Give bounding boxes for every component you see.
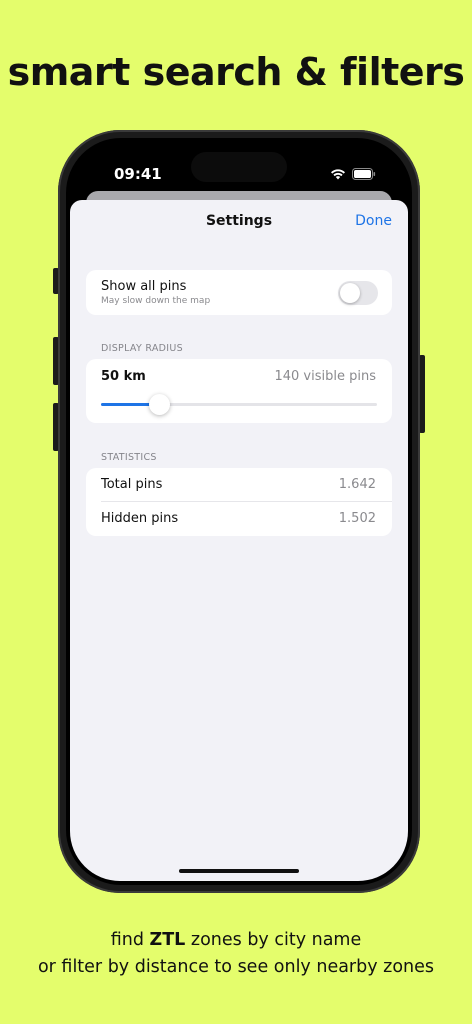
- hidden-pins-label: Hidden pins: [101, 511, 179, 526]
- caption-ztl: ZTL: [149, 930, 186, 950]
- visible-pins-count: 140 visible pins: [274, 369, 376, 384]
- show-all-pins-toggle[interactable]: [338, 281, 378, 305]
- status-icons: [330, 165, 376, 184]
- statistics-section-label: STATISTICS: [101, 452, 157, 463]
- display-radius-card: 50 km 140 visible pins: [86, 359, 392, 423]
- radius-value: 50 km: [101, 369, 146, 384]
- phone-frame: 09:41 Settings Done Show all pins May sl…: [58, 130, 420, 893]
- dynamic-island: [191, 152, 287, 182]
- wifi-icon: [330, 165, 346, 184]
- radius-slider[interactable]: [101, 394, 377, 415]
- radius-slider-thumb[interactable]: [148, 394, 170, 415]
- caption-post: zones by city name: [185, 930, 362, 950]
- caption-pre: find: [110, 930, 150, 950]
- done-button[interactable]: Done: [355, 213, 392, 229]
- phone-screen: 09:41 Settings Done Show all pins May sl…: [66, 138, 412, 885]
- caption-line-1: find ZTL zones by city name: [0, 930, 472, 950]
- row-divider: [101, 501, 392, 502]
- caption-line-2: or filter by distance to see only nearby…: [37, 957, 435, 977]
- hidden-pins-value: 1.502: [338, 511, 376, 526]
- home-indicator: [179, 869, 299, 873]
- settings-sheet: Settings Done Show all pins May slow dow…: [70, 200, 408, 881]
- show-all-pins-title: Show all pins: [101, 279, 187, 294]
- show-all-pins-card: Show all pins May slow down the map: [86, 270, 392, 315]
- display-radius-section-label: DISPLAY RADIUS: [101, 343, 183, 354]
- statistics-card: Total pins 1.642 Hidden pins 1.502: [86, 468, 392, 536]
- toggle-knob: [340, 283, 360, 303]
- total-pins-label: Total pins: [101, 477, 163, 492]
- total-pins-value: 1.642: [338, 477, 376, 492]
- show-all-pins-subtitle: May slow down the map: [101, 296, 211, 306]
- headline: smart search & filters: [7, 50, 465, 94]
- battery-icon: [352, 165, 376, 184]
- status-time: 09:41: [114, 165, 162, 183]
